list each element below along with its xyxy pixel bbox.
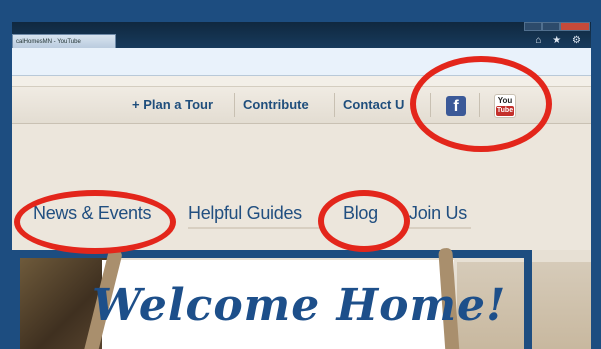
- contribute-link[interactable]: Contribute: [243, 97, 309, 112]
- toolbar-icons[interactable]: ⌂ ★ ⚙: [535, 35, 585, 46]
- nav-divider: [234, 93, 235, 117]
- annotation-circle-blog: [318, 190, 410, 252]
- contact-us-link[interactable]: Contact U: [343, 97, 404, 112]
- close-button[interactable]: [560, 22, 590, 31]
- join-us-link[interactable]: Join Us: [409, 203, 467, 224]
- link-underline: [188, 227, 325, 229]
- link-underline: [409, 227, 471, 229]
- maximize-button[interactable]: [542, 22, 560, 31]
- nav-divider: [334, 93, 335, 117]
- browser-tab[interactable]: calHomesMN - YouTube: [12, 34, 116, 49]
- annotation-circle-social: [410, 56, 552, 152]
- browser-titlebar: calHomesMN - YouTube ⌂ ★ ⚙: [12, 22, 591, 49]
- window-controls: [524, 22, 591, 32]
- annotation-circle-news: [14, 190, 176, 254]
- browser-screen: calHomesMN - YouTube ⌂ ★ ⚙ + Plan a Tour…: [12, 22, 591, 349]
- minimize-button[interactable]: [524, 22, 542, 31]
- welcome-headline: Welcome Home!: [92, 280, 507, 331]
- helpful-guides-link[interactable]: Helpful Guides: [188, 203, 302, 224]
- plan-a-tour-link[interactable]: + Plan a Tour: [132, 97, 213, 112]
